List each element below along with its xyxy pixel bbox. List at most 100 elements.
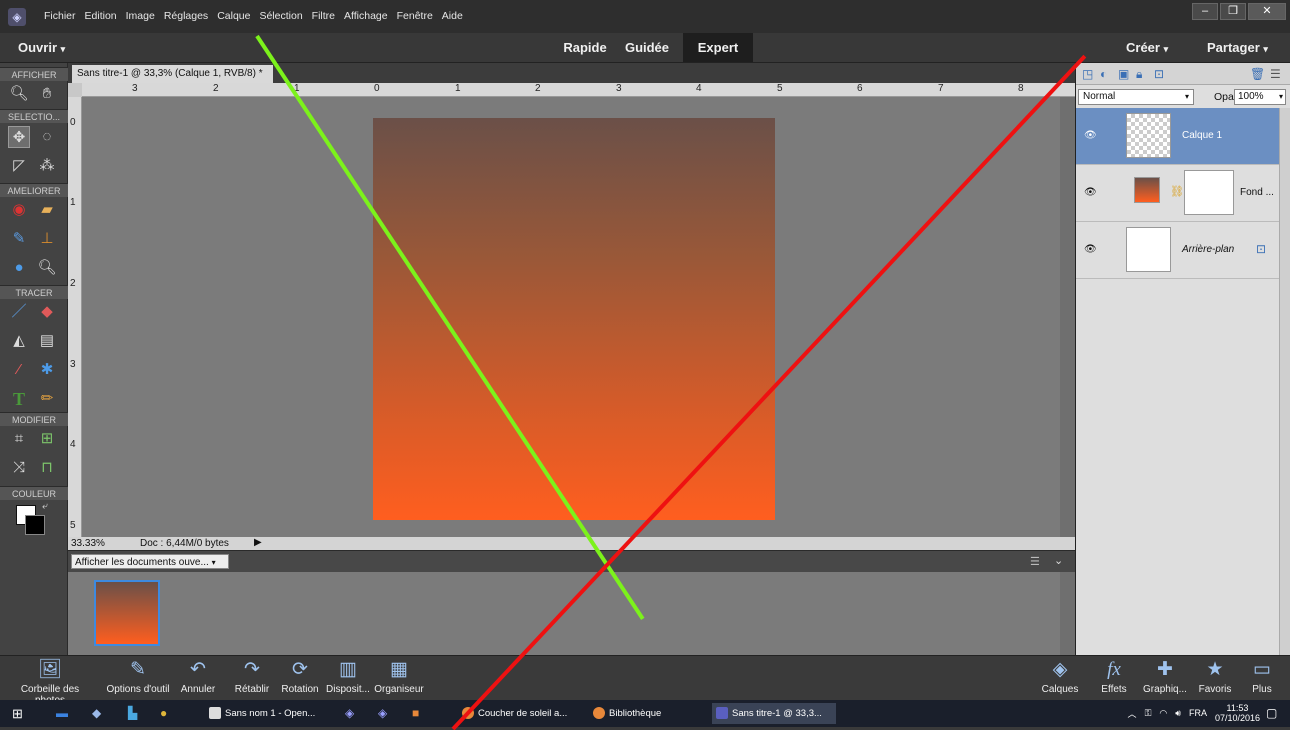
clock[interactable]: 11:53 07/10/2016: [1215, 703, 1260, 723]
network-icon[interactable]: ⚿: [1145, 708, 1152, 719]
hand-tool-icon[interactable]: ✋︎: [36, 83, 58, 105]
menu-reglages[interactable]: Réglages: [164, 10, 208, 22]
taskbar-item[interactable]: Bibliothèque: [589, 703, 707, 724]
lock-all-icon[interactable]: ⊡: [1154, 67, 1164, 81]
more-button[interactable]: ▭ Plus: [1244, 656, 1280, 695]
tab-guidee[interactable]: Guidée: [617, 33, 677, 62]
clone-stamp-icon[interactable]: ⊥: [36, 228, 58, 250]
menu-affichage[interactable]: Affichage: [344, 10, 388, 22]
trash-icon[interactable]: 🗑︎: [1250, 67, 1265, 81]
healing-brush-icon[interactable]: ▰: [36, 199, 58, 221]
app-icon[interactable]: ◆: [92, 706, 101, 720]
eyedropper-icon[interactable]: ⁄: [8, 359, 30, 381]
blur-tool-icon[interactable]: ●: [8, 257, 30, 279]
undo-button[interactable]: ↶ Annuler: [176, 656, 220, 695]
rotate-button[interactable]: ⟳ Rotation: [278, 656, 322, 695]
menu-fichier[interactable]: Fichier: [44, 10, 76, 22]
eye-icon[interactable]: 👁︎: [1084, 187, 1097, 198]
taskbar-item[interactable]: Coucher de soleil a...: [458, 703, 588, 724]
tab-expert[interactable]: Expert: [683, 33, 753, 62]
eye-icon[interactable]: 👁︎: [1084, 244, 1097, 255]
document-tab[interactable]: Sans titre-1 @ 33,3% (Calque 1, RVB/8) *: [72, 65, 273, 83]
recompose-tool-icon[interactable]: ⊞: [36, 428, 58, 450]
notification-icon[interactable]: ▢: [1266, 706, 1277, 720]
content-aware-move-icon[interactable]: ⤨: [8, 457, 30, 479]
create-button[interactable]: Créer ▾: [1126, 33, 1168, 62]
bin-scrollbar[interactable]: [1060, 572, 1075, 655]
layer-name[interactable]: Fond ...: [1240, 187, 1274, 198]
app-icon[interactable]: ▙: [128, 706, 137, 720]
custom-shape-icon[interactable]: ✱: [36, 359, 58, 381]
chrome-icon[interactable]: ●: [160, 706, 167, 720]
photoshop-elements-icon[interactable]: ◈: [378, 706, 387, 720]
canvas-area[interactable]: [82, 97, 1060, 537]
adjustment-layer-icon[interactable]: ◐: [1100, 67, 1107, 81]
layer-name[interactable]: Calque 1: [1182, 130, 1222, 141]
favorites-button[interactable]: ★ Favoris: [1194, 656, 1236, 695]
foreground-color-swatch[interactable]: [25, 515, 45, 535]
layer-name[interactable]: Arrière-plan: [1182, 244, 1234, 255]
layer-row[interactable]: 👁︎ Arrière-plan ⊡: [1076, 222, 1279, 279]
straighten-tool-icon[interactable]: ⊓: [36, 457, 58, 479]
menu-filtre[interactable]: Filtre: [312, 10, 335, 22]
sponge-tool-icon[interactable]: 🔍︎: [36, 257, 58, 279]
document-thumbnail[interactable]: [94, 580, 160, 646]
new-layer-icon[interactable]: ◳: [1082, 67, 1093, 81]
pencil-tool-icon[interactable]: ✏︎: [36, 388, 58, 410]
chevron-down-icon[interactable]: ⌄: [1054, 554, 1063, 567]
magic-wand-icon[interactable]: ⁂: [36, 155, 58, 177]
panel-menu-icon[interactable]: ☰: [1270, 67, 1281, 81]
menu-image[interactable]: Image: [126, 10, 155, 22]
bin-documents-select[interactable]: Afficher les documents ouve... ▾: [71, 554, 229, 569]
organizer-button[interactable]: ▦ Organiseur: [372, 656, 426, 695]
share-button[interactable]: Partager ▾: [1207, 33, 1268, 62]
type-tool-icon[interactable]: T: [8, 388, 30, 410]
menu-edition[interactable]: Edition: [85, 10, 117, 22]
vertical-scrollbar[interactable]: [1060, 97, 1075, 537]
layout-button[interactable]: ▥ Disposit...: [324, 656, 372, 695]
menu-calque[interactable]: Calque: [217, 10, 250, 22]
taskbar-item[interactable]: Sans titre-1 @ 33,3...: [712, 703, 836, 724]
effects-button[interactable]: fx Effets: [1094, 656, 1134, 695]
redo-button[interactable]: ↷ Rétablir: [228, 656, 276, 695]
photoshop-elements-icon[interactable]: ◈: [345, 706, 354, 720]
photoshop-elements-logo-icon[interactable]: ◈: [8, 8, 26, 26]
layer-mask-icon[interactable]: ▣: [1118, 67, 1129, 81]
eye-icon[interactable]: 👁︎: [1084, 130, 1097, 141]
status-menu-arrow-icon[interactable]: ▶: [254, 537, 262, 548]
brush-tool-icon[interactable]: ／: [8, 301, 30, 323]
graphics-button[interactable]: ✚ Graphiq...: [1136, 656, 1194, 695]
move-tool-icon[interactable]: ✥: [8, 126, 30, 148]
windows-start-icon[interactable]: ⊞: [12, 706, 23, 722]
layer-row[interactable]: 👁︎ ⛓︎ Fond ...: [1076, 165, 1279, 222]
smart-brush-icon[interactable]: ✎: [8, 228, 30, 250]
taskbar-item[interactable]: Sans nom 1 - Open...: [205, 703, 315, 724]
ellipse-marquee-icon[interactable]: ◌: [36, 126, 58, 148]
close-button[interactable]: ✕: [1248, 3, 1286, 20]
tool-options-button[interactable]: ✎ Options d'outil: [102, 656, 174, 695]
layers-scrollbar[interactable]: [1279, 108, 1290, 655]
lock-icon[interactable]: ⊡: [1256, 242, 1266, 256]
file-explorer-icon[interactable]: ▬: [56, 706, 68, 720]
wifi-icon[interactable]: ◠: [1159, 708, 1167, 719]
bin-options-icon[interactable]: ☰: [1030, 555, 1040, 568]
zoom-level[interactable]: 33.33%: [71, 538, 105, 549]
layer-row[interactable]: 👁︎ Calque 1: [1076, 108, 1279, 165]
crop-tool-icon[interactable]: ⌗: [8, 428, 30, 450]
gradient-tool-icon[interactable]: ▤: [36, 330, 58, 352]
paint-bucket-icon[interactable]: ◭: [8, 330, 30, 352]
open-button[interactable]: Ouvrir ▾: [18, 33, 65, 62]
swap-colors-icon[interactable]: ⤶: [42, 501, 48, 512]
app-icon[interactable]: ■: [412, 706, 419, 720]
language-indicator[interactable]: FRA: [1189, 708, 1207, 718]
maximize-button[interactable]: ❐: [1220, 3, 1246, 20]
lock-icon[interactable]: 🔒︎: [1136, 67, 1142, 82]
document-image[interactable]: [373, 118, 775, 520]
menu-selection[interactable]: Sélection: [259, 10, 302, 22]
volume-icon[interactable]: 🔊︎: [1175, 708, 1181, 719]
eraser-tool-icon[interactable]: ◆: [36, 301, 58, 323]
opacity-field[interactable]: 100% ▾: [1234, 89, 1286, 105]
tray-chevron-icon[interactable]: ︿: [1128, 707, 1137, 720]
red-eye-tool-icon[interactable]: ◉: [8, 199, 30, 221]
zoom-tool-icon[interactable]: 🔍︎: [8, 83, 30, 105]
